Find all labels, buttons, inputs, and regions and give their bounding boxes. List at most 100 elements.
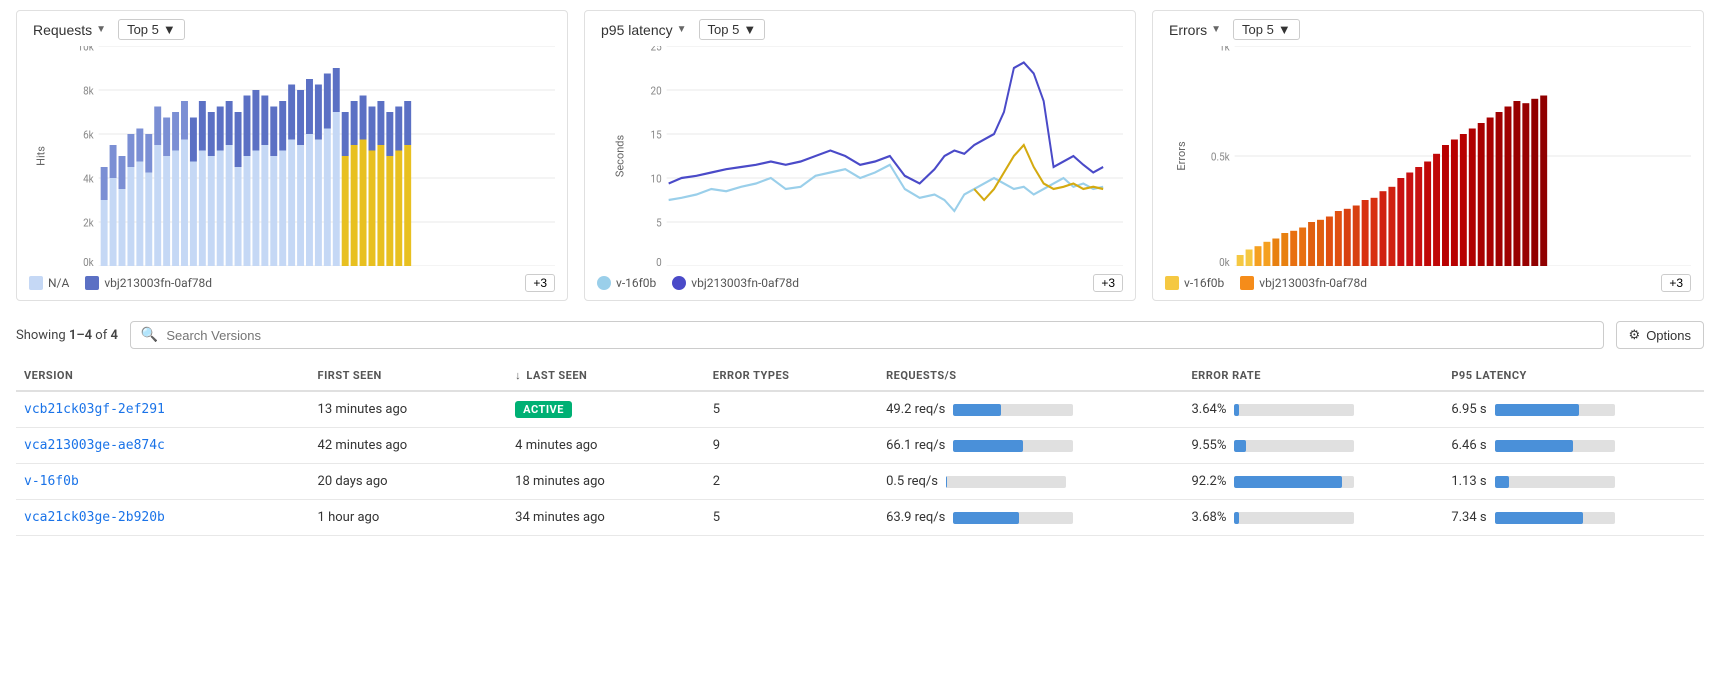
svg-text:25: 25 (651, 46, 662, 54)
requests-bar-fill (946, 476, 947, 488)
version-id[interactable]: vca21ck03ge-2b920b (24, 510, 165, 525)
p95-title-btn[interactable]: p95 latency ▼ (597, 20, 691, 40)
cell-version[interactable]: vca213003ge-ae874c (16, 428, 310, 464)
p95-more-btn[interactable]: +3 (1093, 274, 1123, 292)
cell-error-types: 2 (705, 464, 878, 500)
latency-bar-cell: 1.13 s (1451, 474, 1696, 489)
options-button[interactable]: ⚙ Options (1616, 321, 1704, 349)
table-row: vca21ck03ge-2b920b1 hour ago34 minutes a… (16, 500, 1704, 536)
latency-bar-track (1495, 476, 1615, 488)
error-rate-bar-fill (1234, 440, 1246, 452)
cell-version[interactable]: vcb21ck03gf-2ef291 (16, 391, 310, 428)
error-rate-value: 3.64% (1191, 402, 1226, 417)
p95-chart-header: p95 latency ▼ Top 5 ▼ (597, 19, 1123, 40)
cell-error-rate: 3.68% (1183, 500, 1443, 536)
table-toolbar: Showing 1–4 of 4 🔍 ⚙ Options (16, 321, 1704, 349)
error-rate-bar-track (1234, 404, 1354, 416)
p95-title: p95 latency (601, 22, 673, 38)
error-rate-bar-track (1234, 512, 1354, 524)
requests-top-chevron-icon: ▼ (163, 22, 176, 37)
errors-top-btn[interactable]: Top 5 ▼ (1233, 19, 1300, 40)
version-id[interactable]: vca213003ge-ae874c (24, 438, 165, 453)
cell-version[interactable]: vca21ck03ge-2b920b (16, 500, 310, 536)
requests-chart-panel: Requests ▼ Top 5 ▼ Hits (16, 10, 568, 301)
latency-bar-fill (1495, 476, 1509, 488)
requests-bar-track (953, 404, 1073, 416)
requests-na-swatch (29, 276, 43, 290)
search-input[interactable] (166, 328, 1592, 343)
p95-legend-vbj: vbj213003fn-0af78d (672, 276, 799, 290)
latency-bar-fill (1495, 512, 1584, 524)
error-rate-bar-cell: 3.64% (1191, 402, 1435, 417)
requests-value: 0.5 req/s (886, 474, 938, 489)
requests-title: Requests (33, 22, 92, 38)
requests-bar-cell: 63.9 req/s (886, 510, 1175, 525)
svg-text:4k: 4k (83, 172, 94, 186)
errors-title-btn[interactable]: Errors ▼ (1165, 20, 1225, 40)
requests-chart-area: Hits 10k 8k 6k 4k 2k 0k (59, 46, 555, 266)
requests-more-btn[interactable]: +3 (525, 274, 555, 292)
gear-icon: ⚙ (1629, 327, 1641, 343)
col-first-seen: FIRST SEEN (310, 361, 508, 391)
p95-legend-v16: v-16f0b (597, 276, 656, 290)
cell-error-types: 5 (705, 500, 878, 536)
cell-version[interactable]: v-16f0b (16, 464, 310, 500)
version-id[interactable]: v-16f0b (24, 474, 79, 489)
error-rate-bar-track (1234, 440, 1354, 452)
p95-y-label: Seconds (614, 135, 627, 177)
latency-bar-track (1495, 404, 1615, 416)
requests-legend-vbj: vbj213003fn-0af78d (85, 276, 212, 290)
error-rate-bar-cell: 9.55% (1191, 438, 1435, 453)
p95-chart-svg: 25 20 15 10 5 0 14:15 14:30 14:45 15:00 (627, 46, 1123, 266)
latency-bar-cell: 6.46 s (1451, 438, 1696, 453)
errors-vbj-label: vbj213003fn-0af78d (1259, 276, 1367, 290)
errors-more-btn[interactable]: +3 (1661, 274, 1691, 292)
svg-text:0k: 0k (83, 255, 94, 266)
col-p95-latency: P95 LATENCY (1443, 361, 1704, 391)
col-version: VERSION (16, 361, 310, 391)
requests-chevron-icon: ▼ (96, 24, 106, 35)
p95-v16-swatch (597, 276, 611, 290)
errors-legend: v-16f0b vbj213003fn-0af78d +3 (1165, 274, 1691, 292)
col-last-seen[interactable]: ↓ LAST SEEN (507, 361, 705, 391)
p95-chart-panel: p95 latency ▼ Top 5 ▼ Seconds 25 (584, 10, 1136, 301)
error-rate-value: 92.2% (1191, 474, 1226, 489)
error-rate-bar-fill (1234, 404, 1239, 416)
cell-first-seen: 13 minutes ago (310, 391, 508, 428)
charts-row: Requests ▼ Top 5 ▼ Hits (16, 10, 1704, 301)
version-id[interactable]: vcb21ck03gf-2ef291 (24, 402, 165, 417)
svg-text:1k: 1k (1219, 46, 1230, 54)
requests-na-label: N/A (48, 276, 69, 290)
requests-top-btn[interactable]: Top 5 ▼ (118, 19, 185, 40)
error-rate-bar-fill (1234, 512, 1239, 524)
col-error-types: ERROR TYPES (705, 361, 878, 391)
requests-top-label: Top 5 (127, 22, 159, 37)
cell-last-seen: 34 minutes ago (507, 500, 705, 536)
errors-v16-label: v-16f0b (1184, 276, 1224, 290)
requests-chart-svg: 10k 8k 6k 4k 2k 0k (59, 46, 555, 266)
cell-requests-s: 66.1 req/s (878, 428, 1183, 464)
cell-requests-s: 49.2 req/s (878, 391, 1183, 428)
search-box[interactable]: 🔍 (130, 321, 1604, 349)
active-badge: ACTIVE (515, 401, 572, 418)
requests-bar-fill (953, 512, 1019, 524)
showing-of: of (92, 328, 110, 343)
svg-text:6k: 6k (83, 128, 94, 142)
errors-chart-svg: 1k 0.5k 0k (1195, 46, 1691, 266)
table-row: vca213003ge-ae874c 42 minutes ago4 minute… (16, 428, 1704, 464)
svg-text:2k: 2k (83, 216, 94, 230)
col-error-rate: ERROR RATE (1183, 361, 1443, 391)
cell-first-seen: 42 minutes ago (310, 428, 508, 464)
cell-last-seen: 4 minutes ago (507, 428, 705, 464)
errors-title: Errors (1169, 22, 1207, 38)
latency-value: 6.95 s (1451, 402, 1486, 417)
latency-bar-fill (1495, 404, 1579, 416)
svg-text:5: 5 (656, 216, 662, 230)
cell-requests-s: 63.9 req/s (878, 500, 1183, 536)
cell-last-seen: 18 minutes ago (507, 464, 705, 500)
errors-chevron-icon: ▼ (1211, 24, 1221, 35)
svg-text:0.5k: 0.5k (1211, 150, 1230, 164)
p95-top-btn[interactable]: Top 5 ▼ (699, 19, 766, 40)
requests-title-btn[interactable]: Requests ▼ (29, 20, 110, 40)
svg-text:20: 20 (651, 84, 662, 98)
